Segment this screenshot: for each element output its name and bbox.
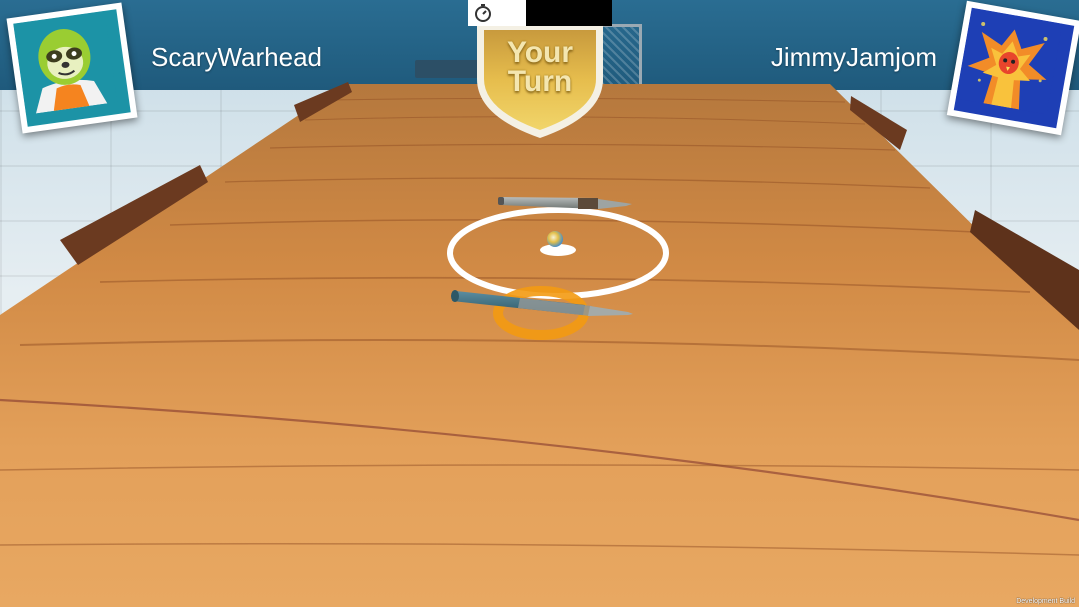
phoenix-avatar-icon — [955, 7, 1063, 115]
development-build-label: Development Build — [1016, 598, 1075, 605]
ball — [547, 231, 563, 247]
turn-timer — [468, 0, 612, 26]
player2-avatar[interactable] — [946, 0, 1079, 136]
game-scene: Your Turn ScaryWarhead JimmyJamjom Devel… — [0, 0, 1079, 607]
timer-background — [468, 0, 526, 26]
turn-label-line1: Your — [506, 36, 574, 69]
table-surface[interactable] — [0, 84, 1079, 607]
sloth-avatar-icon — [13, 10, 118, 115]
player1-avatar[interactable] — [6, 2, 138, 134]
player2-name: JimmyJamjom — [770, 42, 937, 72]
turn-label-line2: Turn — [507, 65, 573, 98]
timer-fill — [525, 0, 612, 26]
player1-name: ScaryWarhead — [151, 42, 322, 72]
stopwatch-icon — [475, 4, 491, 22]
